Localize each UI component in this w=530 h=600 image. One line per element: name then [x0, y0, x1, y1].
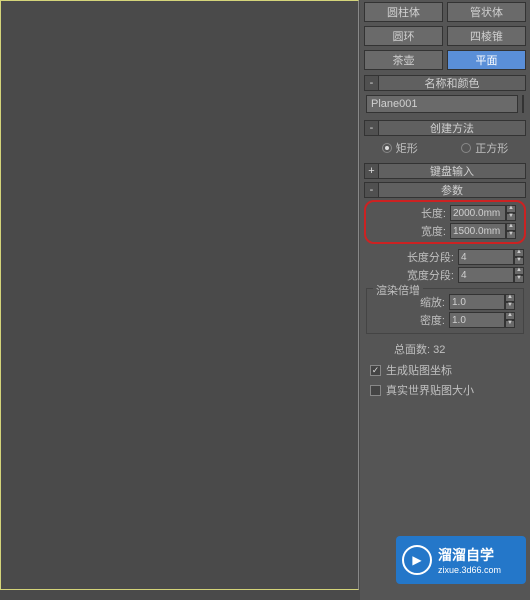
rollout-keyboard-header[interactable]: + 键盘输入 [364, 163, 526, 179]
primitive-row-3: 茶壶 平面 [360, 48, 530, 72]
play-icon: ▶ [402, 545, 432, 575]
spinner-up-icon[interactable]: ▲ [506, 205, 516, 213]
watermark-url: zixue.3d66.com [438, 565, 501, 575]
spinner-down-icon[interactable]: ▼ [514, 275, 524, 283]
primitive-row-1: 圆柱体 管状体 [360, 0, 530, 24]
rollout-keyboard-title: 键盘输入 [379, 163, 525, 179]
checkbox-icon [370, 385, 381, 396]
spinner-down-icon[interactable]: ▼ [506, 231, 516, 239]
total-faces-value: 32 [433, 344, 445, 356]
primitive-plane-button[interactable]: 平面 [447, 50, 526, 70]
total-faces-label: 总面数: [394, 344, 430, 356]
density-row: 密度: ▲ ▼ [367, 311, 521, 329]
rollout-toggle-icon[interactable]: - [365, 76, 379, 90]
width-spinner: ▲ ▼ [450, 223, 516, 239]
radio-icon [461, 143, 471, 153]
object-name-input[interactable] [366, 95, 518, 113]
generate-mapping-row[interactable]: ✓ 生成贴图坐标 [360, 360, 530, 380]
rollout-params-title: 参数 [379, 182, 525, 198]
width-row: 宽度: ▲ ▼ [366, 222, 522, 240]
checkbox-checked-icon: ✓ [370, 365, 381, 376]
generate-mapping-label: 生成贴图坐标 [386, 362, 452, 378]
scale-input[interactable] [449, 294, 505, 310]
primitive-row-2: 圆环 四棱锥 [360, 24, 530, 48]
radio-checked-icon [382, 143, 392, 153]
length-segs-row: 长度分段: ▲ ▼ [360, 248, 530, 266]
length-segs-label: 长度分段: [407, 249, 456, 265]
length-spinner: ▲ ▼ [450, 205, 516, 221]
highlighted-params: 长度: ▲ ▼ 宽度: ▲ ▼ [364, 200, 526, 244]
width-input[interactable] [450, 223, 506, 239]
object-color-swatch[interactable] [522, 95, 524, 113]
primitive-cylinder-button[interactable]: 圆柱体 [364, 2, 443, 22]
render-multiplier-fieldset: 渲染倍增 缩放: ▲ ▼ 密度: ▲ ▼ [366, 288, 524, 334]
length-segs-input[interactable] [458, 249, 514, 265]
width-segs-input[interactable] [458, 267, 514, 283]
length-label: 长度: [421, 205, 448, 221]
spinner-up-icon[interactable]: ▲ [505, 294, 515, 302]
name-row [360, 91, 530, 117]
spinner-up-icon[interactable]: ▲ [506, 223, 516, 231]
width-segs-spinner: ▲ ▼ [458, 267, 524, 283]
primitive-torus-button[interactable]: 圆环 [364, 26, 443, 46]
creation-rect-radio[interactable]: 矩形 [382, 140, 418, 156]
scale-spinner: ▲ ▼ [449, 294, 515, 310]
length-segs-spinner: ▲ ▼ [458, 249, 524, 265]
density-spinner: ▲ ▼ [449, 312, 515, 328]
watermark-text: 溜溜自学 zixue.3d66.com [438, 545, 501, 575]
primitive-teapot-button[interactable]: 茶壶 [364, 50, 443, 70]
spinner-up-icon[interactable]: ▲ [505, 312, 515, 320]
watermark-brand: 溜溜自学 [438, 545, 501, 565]
real-world-label: 真实世界贴图大小 [386, 382, 474, 398]
rollout-toggle-icon[interactable]: - [365, 121, 379, 135]
rollout-params-header[interactable]: - 参数 [364, 182, 526, 198]
width-segs-label: 宽度分段: [407, 267, 456, 283]
viewport[interactable] [0, 0, 359, 590]
rollout-name-color-title: 名称和颜色 [379, 75, 525, 91]
creation-square-radio[interactable]: 正方形 [461, 140, 508, 156]
scale-label: 缩放: [420, 294, 447, 310]
spinner-up-icon[interactable]: ▲ [514, 249, 524, 257]
creation-rect-label: 矩形 [396, 140, 418, 156]
real-world-row[interactable]: 真实世界贴图大小 [360, 380, 530, 400]
render-multiplier-legend: 渲染倍增 [373, 282, 423, 298]
command-panel: 圆柱体 管状体 圆环 四棱锥 茶壶 平面 - 名称和颜色 - 创建方法 矩形 正… [360, 0, 530, 600]
creation-square-label: 正方形 [475, 140, 508, 156]
primitive-pyramid-button[interactable]: 四棱锥 [447, 26, 526, 46]
width-label: 宽度: [421, 223, 448, 239]
total-faces-row: 总面数: 32 [360, 338, 530, 360]
spinner-up-icon[interactable]: ▲ [514, 267, 524, 275]
spinner-down-icon[interactable]: ▼ [505, 302, 515, 310]
creation-method-radios: 矩形 正方形 [360, 136, 530, 160]
length-input[interactable] [450, 205, 506, 221]
rollout-creation-header[interactable]: - 创建方法 [364, 120, 526, 136]
spinner-down-icon[interactable]: ▼ [514, 257, 524, 265]
rollout-name-color-header[interactable]: - 名称和颜色 [364, 75, 526, 91]
density-input[interactable] [449, 312, 505, 328]
watermark: ▶ 溜溜自学 zixue.3d66.com [396, 536, 526, 584]
rollout-toggle-icon[interactable]: + [365, 164, 379, 178]
rollout-creation-title: 创建方法 [379, 120, 525, 136]
rollout-toggle-icon[interactable]: - [365, 183, 379, 197]
density-label: 密度: [420, 312, 447, 328]
spinner-down-icon[interactable]: ▼ [505, 320, 515, 328]
length-row: 长度: ▲ ▼ [366, 204, 522, 222]
spinner-down-icon[interactable]: ▼ [506, 213, 516, 221]
primitive-tube-button[interactable]: 管状体 [447, 2, 526, 22]
